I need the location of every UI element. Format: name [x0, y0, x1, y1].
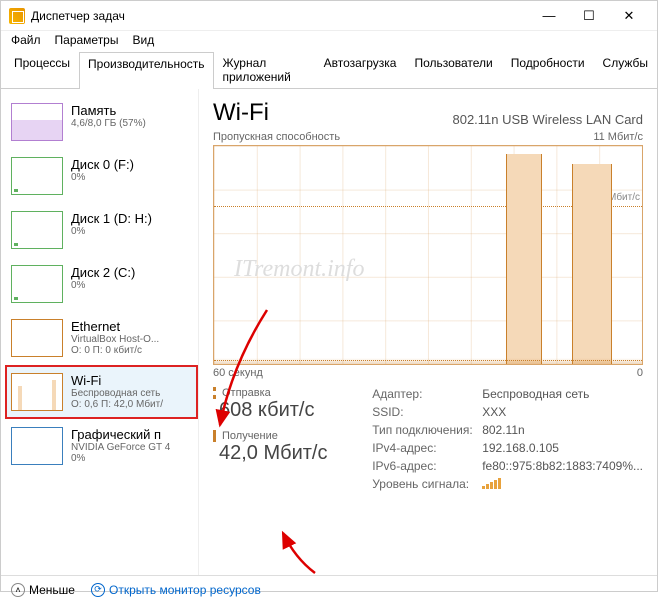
app-icon	[9, 8, 25, 24]
sidebar-item-sub: 0%	[71, 280, 135, 291]
chart-top-label: Пропускная способность	[213, 131, 340, 143]
tab-processes[interactable]: Процессы	[5, 51, 79, 88]
sidebar-item-disk2[interactable]: Диск 2 (C:) 0%	[5, 257, 198, 311]
minimize-button[interactable]: —	[529, 2, 569, 30]
tab-bar: Процессы Производительность Журнал прило…	[1, 51, 657, 89]
memory-thumb-icon	[11, 103, 63, 141]
fewer-details-button[interactable]: ˄ Меньше	[11, 583, 75, 597]
sidebar-item-sub2: О: 0,6 П: 42,0 Мбит/	[71, 399, 163, 410]
gpu-thumb-icon	[11, 427, 63, 465]
chart-max-label: 11 Мбит/с	[593, 131, 643, 143]
resource-monitor-icon: ⟳	[91, 583, 105, 597]
sidebar-item-sub2: О: 0 П: 0 кбит/с	[71, 345, 159, 356]
info-adapter-k: Адаптер:	[372, 387, 482, 401]
menu-view[interactable]: Вид	[132, 33, 154, 49]
tab-services[interactable]: Службы	[594, 51, 657, 88]
info-grid: Адаптер: Беспроводная сеть SSID: XXX Тип…	[372, 387, 643, 492]
wifi-thumb-icon	[11, 373, 63, 411]
info-ipv4-k: IPv4-адрес:	[372, 441, 482, 455]
sidebar-item-wifi[interactable]: Wi-Fi Беспроводная сеть О: 0,6 П: 42,0 М…	[5, 365, 198, 419]
close-button[interactable]: ✕	[609, 2, 649, 30]
chart-time-right: 0	[637, 367, 643, 379]
adapter-name: 802.11n USB Wireless LAN Card	[452, 112, 643, 127]
sidebar-item-ethernet[interactable]: Ethernet VirtualBox Host-O... О: 0 П: 0 …	[5, 311, 198, 365]
recv-label: Получение	[213, 430, 348, 442]
sidebar-item-sub: 0%	[71, 172, 134, 183]
tab-startup[interactable]: Автозагрузка	[315, 51, 406, 88]
open-resource-monitor-link[interactable]: ⟳ Открыть монитор ресурсов	[91, 583, 261, 597]
signal-bars-icon	[482, 477, 643, 492]
sidebar-item-sub: 4,6/8,0 ГБ (57%)	[71, 118, 146, 129]
throughput-chart: ITremont.info 7,7 Мбит/с	[213, 145, 643, 365]
disk-thumb-icon	[11, 265, 63, 303]
tab-users[interactable]: Пользователи	[405, 51, 501, 88]
sidebar-item-label: Графический п	[71, 427, 170, 442]
menu-file[interactable]: Файл	[11, 33, 41, 49]
disk-thumb-icon	[11, 157, 63, 195]
sidebar-item-label: Ethernet	[71, 319, 159, 334]
disk-thumb-icon	[11, 211, 63, 249]
info-ssid-v: XXX	[482, 405, 643, 419]
tab-performance[interactable]: Производительность	[79, 52, 213, 89]
info-ipv4-v: 192.168.0.105	[482, 441, 643, 455]
sidebar-item-disk1[interactable]: Диск 1 (D: H:) 0%	[5, 203, 198, 257]
page-title: Wi-Fi	[213, 99, 269, 127]
sidebar-item-sub: VirtualBox Host-O...	[71, 334, 159, 345]
menu-options[interactable]: Параметры	[55, 33, 119, 49]
sidebar-item-label: Диск 2 (C:)	[71, 265, 135, 280]
sidebar-item-label: Wi-Fi	[71, 373, 163, 388]
sidebar-item-sub: Беспроводная сеть	[71, 388, 163, 399]
content-area: Память 4,6/8,0 ГБ (57%) Диск 0 (F:) 0% Д…	[1, 89, 657, 575]
send-value: 608 кбит/с	[213, 399, 348, 422]
info-conn-v: 802.11n	[482, 423, 643, 437]
maximize-button[interactable]: ☐	[569, 2, 609, 30]
recv-value: 42,0 Мбит/с	[213, 442, 348, 465]
ethernet-thumb-icon	[11, 319, 63, 357]
window-title: Диспетчер задач	[31, 9, 529, 23]
info-signal-k: Уровень сигнала:	[372, 477, 482, 492]
info-ipv6-v: fe80::975:8b82:1883:7409%...	[482, 459, 643, 473]
fewer-details-label: Меньше	[29, 583, 75, 597]
main-panel: Wi-Fi 802.11n USB Wireless LAN Card Проп…	[199, 89, 657, 575]
chart-time-left: 60 секунд	[213, 367, 263, 379]
send-label: Отправка	[213, 387, 348, 399]
stats-area: Отправка 608 кбит/с Получение 42,0 Мбит/…	[213, 387, 643, 492]
sidebar-item-label: Диск 0 (F:)	[71, 157, 134, 172]
sidebar-item-sub: 0%	[71, 226, 152, 237]
open-resource-monitor-label: Открыть монитор ресурсов	[109, 583, 261, 597]
tab-details[interactable]: Подробности	[502, 51, 594, 88]
info-conn-k: Тип подключения:	[372, 423, 482, 437]
sidebar-item-sub: NVIDIA GeForce GT 4	[71, 442, 170, 453]
sidebar[interactable]: Память 4,6/8,0 ГБ (57%) Диск 0 (F:) 0% Д…	[1, 89, 199, 575]
info-ipv6-k: IPv6-адрес:	[372, 459, 482, 473]
sidebar-item-label: Диск 1 (D: H:)	[71, 211, 152, 226]
sidebar-item-label: Память	[71, 103, 146, 118]
sidebar-item-disk0[interactable]: Диск 0 (F:) 0%	[5, 149, 198, 203]
tab-app-history[interactable]: Журнал приложений	[214, 51, 315, 88]
window-controls: — ☐ ✕	[529, 2, 649, 30]
info-adapter-v: Беспроводная сеть	[482, 387, 643, 401]
title-bar: Диспетчер задач — ☐ ✕	[1, 1, 657, 31]
menu-bar: Файл Параметры Вид	[1, 31, 657, 51]
sidebar-item-memory[interactable]: Память 4,6/8,0 ГБ (57%)	[5, 95, 198, 149]
sidebar-item-sub2: 0%	[71, 453, 170, 464]
info-ssid-k: SSID:	[372, 405, 482, 419]
sidebar-item-gpu[interactable]: Графический п NVIDIA GeForce GT 4 0%	[5, 419, 198, 473]
footer-bar: ˄ Меньше ⟳ Открыть монитор ресурсов	[1, 575, 657, 603]
chevron-up-icon: ˄	[11, 583, 25, 597]
